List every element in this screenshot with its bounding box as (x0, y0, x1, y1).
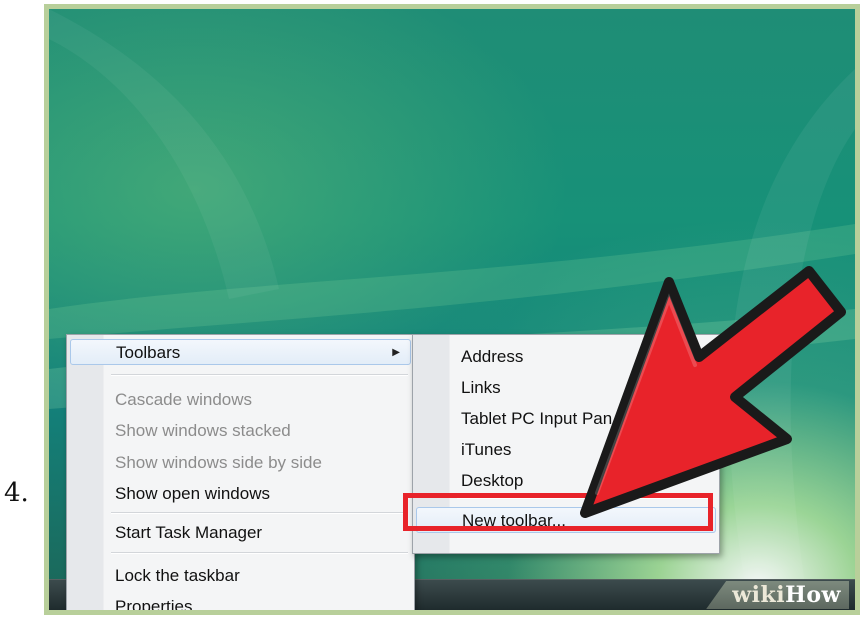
submenu-item-tablet-pc-input-panel[interactable]: Tablet PC Input Pan (461, 406, 612, 432)
submenu-item-desktop[interactable]: Desktop (461, 468, 523, 494)
submenu-item-links[interactable]: Links (461, 375, 501, 401)
desktop-wallpaper: wikiHow Toolbars ▶ Cascade windows Show … (49, 9, 855, 610)
menu-separator (111, 374, 408, 376)
tutorial-step: 4. wikiHow Toolbars ▶ Cascade windows Sh… (0, 0, 863, 619)
submenu-item-address[interactable]: Address (461, 344, 523, 370)
menu-item-show-open-windows[interactable]: Show open windows (115, 481, 270, 507)
menu-item-lock-the-taskbar[interactable]: Lock the taskbar (115, 563, 240, 589)
new-toolbar-highlight-box (403, 493, 713, 531)
submenu-item-itunes[interactable]: iTunes (461, 437, 511, 463)
menu-item-show-windows-stacked[interactable]: Show windows stacked (115, 418, 291, 444)
screenshot-frame: wikiHow Toolbars ▶ Cascade windows Show … (44, 4, 860, 615)
triangle-right-icon: ▶ (392, 347, 400, 358)
menu-separator (111, 512, 408, 514)
menu-separator (111, 552, 408, 554)
menu-item-cascade-windows[interactable]: Cascade windows (115, 387, 252, 413)
watermark-wiki: wiki (732, 582, 786, 608)
menu-item-properties[interactable]: Properties (115, 594, 192, 610)
taskbar-context-menu: Toolbars ▶ Cascade windows Show windows … (66, 334, 415, 610)
watermark-how: How (785, 582, 841, 608)
wikihow-watermark: wikiHow (706, 581, 849, 609)
menu-item-start-task-manager[interactable]: Start Task Manager (115, 520, 262, 546)
menu-item-show-windows-side-by-side[interactable]: Show windows side by side (115, 450, 322, 476)
menu-item-toolbars[interactable]: Toolbars ▶ (70, 339, 411, 365)
step-number: 4. (4, 478, 29, 508)
menu-item-toolbars-label: Toolbars (116, 343, 181, 362)
